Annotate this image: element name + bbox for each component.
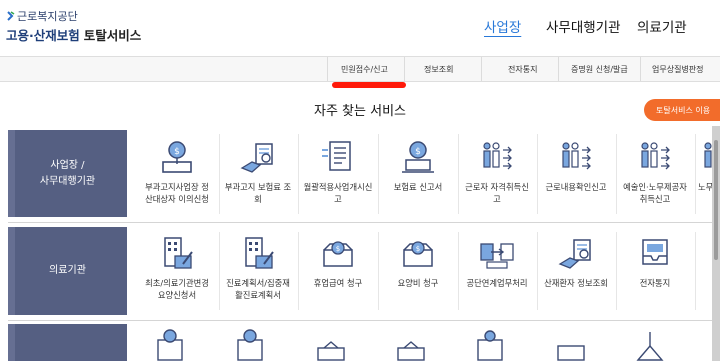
inbox-notice-icon [642, 239, 668, 265]
submenu-bar: 민원접수/신고 정보조회 전자통지 증명원 신청/발급 업무상질병판정 [0, 56, 720, 82]
service-worker-acquisition[interactable]: 근로자 자격취득신 고 [458, 138, 536, 205]
service-batch-start-report[interactable]: 월괄적용사업개시신 고 [299, 138, 377, 205]
service-label: 산재환자 정보조회 [544, 278, 608, 288]
service-label: 산대상자 이의신청 [145, 193, 209, 204]
category-business: 사업장 / 사무대행기관 [8, 130, 127, 217]
service-label: 활진료계획서 [235, 289, 281, 300]
nav-agency[interactable]: 사무대행기관 [546, 16, 621, 36]
service-label: 근로내용확인신고 [545, 182, 607, 192]
service-premium-lookup[interactable]: 부과고지 보험료 조회 [219, 138, 297, 205]
submenu-info-lookup[interactable]: 정보조회 [424, 64, 453, 75]
service-label: 전자통지 [639, 278, 671, 288]
hand-document-search-icon [240, 143, 273, 173]
service-label: 최초/의료기관변경 [145, 278, 209, 288]
svg-text:$: $ [174, 147, 180, 157]
people-arrows-icon [704, 142, 712, 168]
service-label: 고 [334, 193, 342, 204]
service-patient-info-lookup[interactable]: 산재환자 정보조회 [537, 234, 615, 290]
service-premium-report[interactable]: $ 보험료 신고서 [379, 138, 457, 194]
category-medical: 의료기관 [8, 227, 127, 315]
submenu-e-notice[interactable]: 전자통지 [508, 64, 537, 75]
service-leave-benefit-claim[interactable]: $ 휴업급여 청구 [299, 234, 377, 290]
service-linked-processing[interactable]: 공단연계업무처리 [458, 234, 536, 290]
top-nav: 사업장 사무대행기관 의료기관 [0, 16, 720, 40]
service-label: 예술인·노무제공자 [623, 182, 687, 192]
service-partial-icons [157, 329, 664, 361]
hand-document-search-icon [558, 239, 591, 269]
submenu-divider [558, 57, 559, 81]
total-service-button[interactable]: 토탈서비스 이용 [644, 99, 720, 121]
submenu-divider [640, 57, 641, 81]
building-pen-icon [164, 237, 193, 269]
category-label: 사업장 / [50, 159, 85, 171]
svg-text:$: $ [415, 147, 421, 157]
category-partial [8, 324, 127, 361]
service-label: 근로자 자격취득신 [465, 182, 529, 192]
row-divider [8, 320, 718, 321]
submenu-divider [481, 57, 482, 81]
service-label: 회 [254, 193, 262, 204]
building-pen-icon [245, 237, 274, 269]
active-tab-indicator [332, 82, 406, 88]
service-label: 고 [493, 193, 501, 204]
service-label: 보험료 신고서 [393, 182, 443, 192]
people-arrows-icon [562, 142, 591, 170]
service-objection-request[interactable]: $ 부과고지사업장 정 산대상자 이의신청 [138, 138, 216, 205]
category-label: 사무대행기관 [39, 175, 96, 187]
header: 근로복지공단 고용·산재보험 토탈서비스 사업장 사무대행기관 의료기관 [0, 0, 720, 56]
svg-text:$: $ [336, 245, 340, 253]
service-label: 휴업급여 청구 [313, 278, 363, 288]
transfer-icon [480, 243, 514, 269]
service-care-cost-claim[interactable]: $ 요양비 청구 [379, 234, 457, 290]
people-arrows-icon [641, 142, 670, 170]
nav-business[interactable]: 사업장 [484, 16, 521, 36]
service-label: 진료계획서/집중재 [226, 278, 290, 288]
people-arrows-icon [483, 142, 512, 170]
svg-text:$: $ [416, 245, 420, 253]
scrollbar-thumb[interactable] [714, 140, 718, 260]
service-label: 공단연계업무처리 [466, 278, 528, 288]
service-label: 부과고지사업장 정 [145, 182, 209, 192]
service-label: 취득신고 [639, 193, 671, 204]
submenu-divider [404, 57, 405, 81]
service-e-notice[interactable]: 전자통지 [616, 234, 694, 290]
row-divider [8, 222, 718, 223]
service-labor-provider[interactable]: 노무 [698, 138, 712, 194]
partial-service-row [138, 326, 708, 361]
category-label: 의료기관 [49, 265, 86, 276]
submenu-divider [327, 57, 328, 81]
service-treatment-plan[interactable]: 진료계획서/집중재 활진료계획서 [219, 234, 297, 301]
box-coin-icon: $ [403, 241, 433, 267]
service-label: 노무 [698, 182, 712, 192]
submenu-certificate[interactable]: 증명원 신청/발급 [571, 64, 628, 75]
divider [695, 232, 696, 310]
section-title: 자주 찾는 서비스 [314, 104, 406, 119]
submenu-complaint-report[interactable]: 민원접수/신고 [341, 64, 388, 75]
document-list-icon [322, 141, 351, 171]
divider [695, 134, 696, 214]
nav-medical[interactable]: 의료기관 [637, 16, 687, 36]
monitor-coin-icon: $ [402, 141, 434, 173]
box-coin-icon: $ [323, 241, 353, 267]
service-label: 월괄적용사업개시신 [303, 182, 373, 192]
service-first-care-request[interactable]: 최초/의료기관변경 요양신청서 [138, 234, 216, 301]
service-label: 요양신청서 [157, 289, 197, 300]
service-label: 부과고지 보험료 조 [224, 182, 292, 192]
service-work-content-report[interactable]: 근로내용확인신고 [537, 138, 615, 194]
document-coin-icon: $ [162, 141, 192, 173]
service-artist-acquisition[interactable]: 예술인·노무제공자 취득신고 [616, 138, 694, 205]
service-label: 요양비 청구 [397, 278, 439, 288]
submenu-disease-judgment[interactable]: 업무상질병판정 [652, 64, 704, 75]
